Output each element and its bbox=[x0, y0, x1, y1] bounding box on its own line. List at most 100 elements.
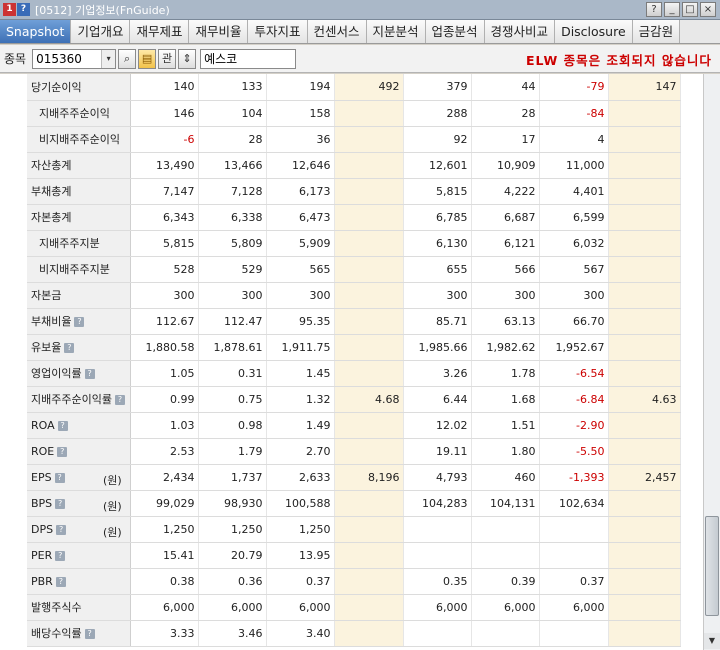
row-label: 유보율? bbox=[27, 334, 131, 361]
table-cell: 6,000 bbox=[198, 594, 267, 621]
tab-1[interactable]: 기업개요 bbox=[71, 20, 131, 43]
table-cell: 146 bbox=[130, 100, 199, 127]
row-label-text: 부채비율 bbox=[31, 315, 72, 328]
tab-10[interactable]: 금감원 bbox=[632, 20, 681, 43]
close-button[interactable]: × bbox=[700, 2, 716, 17]
table-row: 배당수익률? 3.33 3.46 3.40 bbox=[27, 620, 681, 647]
stock-code-input[interactable]: 015360 ▾ bbox=[32, 48, 117, 69]
table-cell: 95.35 bbox=[266, 308, 335, 335]
vertical-scrollbar[interactable]: ▼ bbox=[703, 74, 720, 650]
table-cell: 5,815 bbox=[130, 230, 199, 257]
table-cell bbox=[608, 152, 681, 179]
table-cell bbox=[608, 412, 681, 439]
help-icon[interactable]: ? bbox=[55, 550, 66, 561]
table-cell: 8,196 bbox=[334, 464, 404, 491]
table-row: 자본금 300 300 300 300 300 300 bbox=[27, 282, 681, 309]
table-cell: 1,985.66 bbox=[403, 334, 472, 361]
tab-5[interactable]: 컨센서스 bbox=[307, 20, 367, 43]
title-bar: 1 ? [0512] 기업정보(FnGuide) ? _ □ × bbox=[0, 0, 720, 20]
table-cell: 1,880.58 bbox=[130, 334, 199, 361]
row-label-text: 지배주주순이익 bbox=[39, 107, 110, 120]
table-cell: 300 bbox=[198, 282, 267, 309]
unit-label: (원) bbox=[103, 499, 122, 513]
table-cell: 12,601 bbox=[403, 152, 472, 179]
row-label-text: ROE bbox=[31, 444, 55, 458]
table-cell: 7,128 bbox=[198, 178, 267, 205]
table-cell bbox=[539, 542, 609, 569]
row-label: 지배주주순이익 bbox=[27, 100, 131, 127]
help-icon[interactable]: ? bbox=[114, 395, 125, 405]
table-cell: 0.37 bbox=[539, 568, 609, 595]
table-cell: 66.70 bbox=[539, 308, 609, 335]
tab-7[interactable]: 업종분석 bbox=[425, 20, 485, 43]
search-icon[interactable]: ⌕ bbox=[118, 48, 137, 69]
stock-name-field[interactable]: 예스코 bbox=[200, 48, 297, 69]
table-row: 자본총계 6,343 6,338 6,473 6,785 6,687 6,599 bbox=[27, 204, 681, 231]
stock-code-value[interactable]: 015360 bbox=[33, 52, 101, 66]
table-cell: 1.45 bbox=[266, 360, 335, 387]
help-icon[interactable]: ? bbox=[17, 3, 30, 16]
table-cell: 0.39 bbox=[471, 568, 540, 595]
help-button[interactable]: ? bbox=[646, 2, 662, 17]
tab-8[interactable]: 경쟁사비교 bbox=[484, 20, 556, 43]
table-cell bbox=[608, 178, 681, 205]
table-row: 지배주주지분 5,815 5,809 5,909 6,130 6,121 6,032 bbox=[27, 230, 681, 257]
help-icon[interactable]: ? bbox=[84, 629, 95, 639]
help-icon[interactable]: ? bbox=[57, 420, 68, 431]
help-icon[interactable]: ? bbox=[54, 472, 65, 483]
tab-4[interactable]: 투자지표 bbox=[248, 20, 308, 43]
table-cell: 140 bbox=[130, 74, 199, 101]
table-cell: 0.98 bbox=[198, 412, 267, 439]
table-cell: 104,283 bbox=[403, 490, 472, 517]
table-cell bbox=[334, 204, 404, 231]
table-cell: 4,793 bbox=[403, 464, 472, 491]
chevron-down-icon[interactable]: ▾ bbox=[101, 49, 116, 68]
scrollbar-thumb[interactable] bbox=[705, 516, 719, 616]
help-icon[interactable]: ? bbox=[74, 317, 85, 327]
row-label-text: 배당수익률 bbox=[31, 627, 82, 640]
table-cell: 6,338 bbox=[198, 204, 267, 231]
table-cell: 6,000 bbox=[471, 594, 540, 621]
table-cell: 300 bbox=[403, 282, 472, 309]
table-row: ROA? 1.03 0.98 1.49 12.02 1.51 -2.90 bbox=[27, 412, 681, 439]
row-label: 자본금 bbox=[27, 282, 131, 309]
scroll-down-icon[interactable]: ▼ bbox=[704, 633, 720, 649]
tab-3[interactable]: 재무비율 bbox=[189, 20, 249, 43]
table-row: ROE? 2.53 1.79 2.70 19.11 1.80 -5.50 bbox=[27, 438, 681, 465]
help-icon[interactable]: ? bbox=[55, 576, 66, 587]
help-icon[interactable]: ? bbox=[84, 369, 95, 379]
table-cell: 6,599 bbox=[539, 204, 609, 231]
tab-9[interactable]: Disclosure bbox=[555, 20, 633, 43]
help-icon[interactable]: ? bbox=[57, 446, 68, 457]
table-cell: 2.70 bbox=[266, 438, 335, 465]
table-cell bbox=[403, 620, 472, 647]
elw-notice: ELW 종목은 조회되지 않습니다 bbox=[526, 53, 712, 68]
table-row: BPS? (원) 99,029 98,930 100,588 104,283 104,131… bbox=[27, 490, 681, 517]
table-cell: 44 bbox=[471, 74, 540, 101]
table-cell: 112.67 bbox=[130, 308, 199, 335]
folder-icon[interactable]: ▤ bbox=[138, 48, 157, 69]
updown-icon[interactable]: ⇕ bbox=[178, 48, 197, 69]
interest-button[interactable]: 관 bbox=[158, 48, 177, 69]
help-icon[interactable]: ? bbox=[55, 498, 66, 509]
table-cell bbox=[334, 594, 404, 621]
table-cell: 1,250 bbox=[266, 516, 335, 543]
table-cell: 1.80 bbox=[471, 438, 540, 465]
tab-2[interactable]: 재무제표 bbox=[130, 20, 190, 43]
minimize-button[interactable]: _ bbox=[664, 2, 680, 17]
table-cell: -1,393 bbox=[539, 464, 609, 491]
restore-button[interactable]: □ bbox=[682, 2, 698, 17]
help-icon[interactable]: ? bbox=[64, 343, 75, 353]
table-cell: 6,121 bbox=[471, 230, 540, 257]
unit-label: (원) bbox=[103, 525, 122, 539]
row-label-text: PBR bbox=[31, 574, 53, 588]
table-cell bbox=[334, 568, 404, 595]
table-row: 발행주식수 6,000 6,000 6,000 6,000 6,000 6,000 bbox=[27, 594, 681, 621]
help-icon[interactable]: ? bbox=[56, 524, 67, 535]
financial-table: 당기순이익 140 133 194 492 379 44 -79 147 지배주주순이익 146 10… bbox=[27, 74, 681, 647]
table-cell: 300 bbox=[539, 282, 609, 309]
tab-6[interactable]: 지분분석 bbox=[366, 20, 426, 43]
row-label-text: PER bbox=[31, 548, 53, 562]
table-cell: 300 bbox=[130, 282, 199, 309]
tab-0[interactable]: Snapshot bbox=[0, 20, 72, 43]
